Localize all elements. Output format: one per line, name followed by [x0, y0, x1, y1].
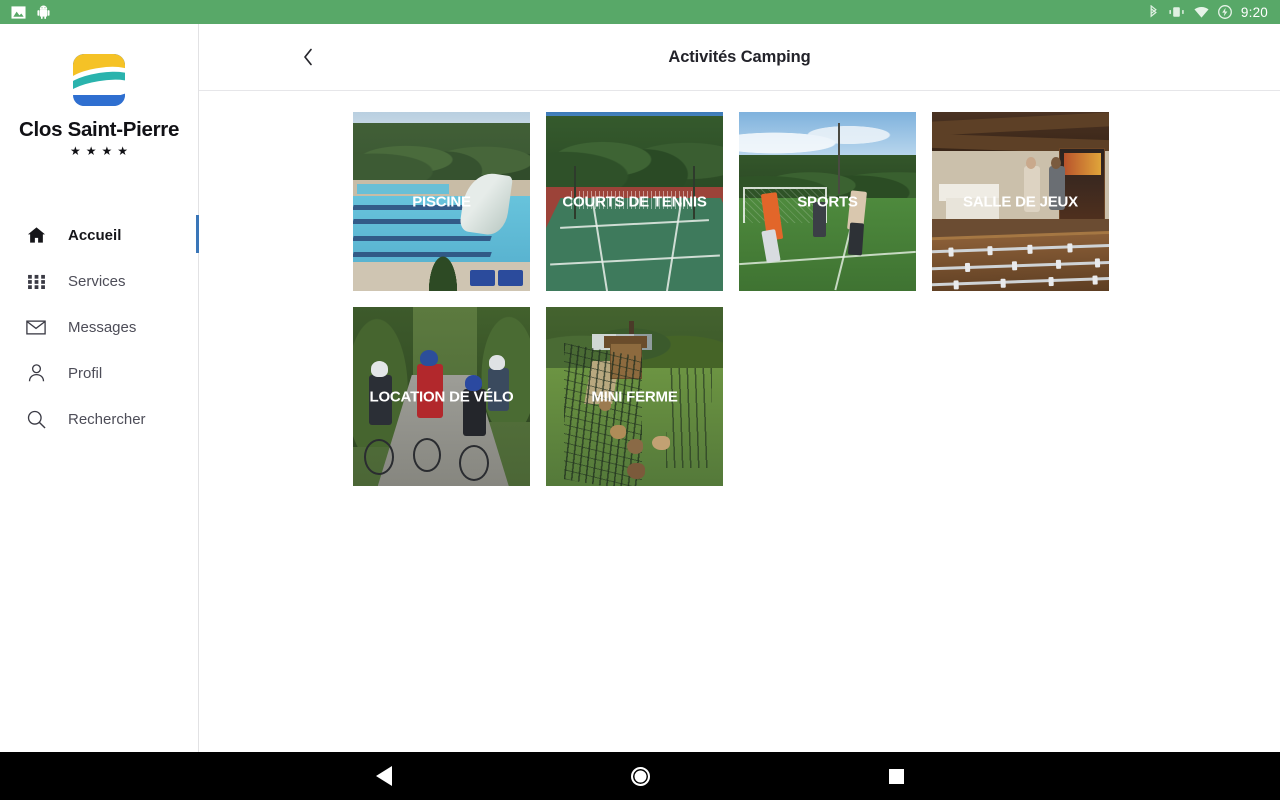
- status-bar-clock: 9:20: [1240, 4, 1268, 20]
- activity-card-mini-ferme[interactable]: MINI FERME: [546, 307, 723, 486]
- sidebar-item-profil[interactable]: Profil: [0, 350, 198, 396]
- status-bar: 9:20: [0, 0, 1280, 24]
- sidebar-nav: Accueil Services Messages Profil Recherc…: [0, 212, 199, 442]
- activities-grid: PISCINE COURTS DE TENNIS SPORTS SALLE DE…: [199, 91, 1149, 486]
- clos-saint-pierre-logo-icon: [73, 54, 125, 106]
- back-button[interactable]: [294, 43, 322, 71]
- star-icon: ★: [85, 144, 97, 158]
- user-icon: [26, 363, 46, 383]
- battery-charging-icon: [1217, 5, 1232, 19]
- activity-card-piscine[interactable]: PISCINE: [353, 112, 530, 291]
- wifi-icon: [1194, 6, 1209, 18]
- activity-card-location-de-velo[interactable]: LOCATION DE VÉLO: [353, 307, 530, 486]
- status-bar-right-icons: 9:20: [1148, 4, 1280, 20]
- star-icon: ★: [117, 144, 129, 158]
- page-title: Activités Camping: [668, 47, 811, 66]
- brand-block: Clos Saint-Pierre ★ ★ ★ ★: [0, 24, 198, 157]
- sidebar-item-label: Messages: [68, 318, 137, 336]
- star-icon: ★: [101, 144, 113, 158]
- status-bar-left-icons: [0, 5, 50, 20]
- activity-card-label: SPORTS: [797, 193, 858, 210]
- activity-card-label: SALLE DE JEUX: [963, 193, 1078, 210]
- vibrate-icon: [1169, 7, 1184, 17]
- activity-card-courts-de-tennis[interactable]: COURTS DE TENNIS: [546, 112, 723, 291]
- star-icon: ★: [69, 144, 81, 158]
- envelope-icon: [26, 317, 46, 337]
- activity-card-label: COURTS DE TENNIS: [562, 193, 707, 210]
- sidebar-item-label: Services: [68, 272, 126, 290]
- photo-icon: [11, 5, 26, 19]
- android-navigation-bar: [0, 752, 1280, 800]
- sidebar-item-label: Accueil: [68, 226, 122, 244]
- grid-icon: [26, 271, 46, 291]
- page-header: Activités Camping: [199, 24, 1280, 91]
- recents-square-icon: [888, 768, 904, 784]
- activity-card-sports[interactable]: SPORTS: [739, 112, 916, 291]
- sidebar-item-services[interactable]: Services: [0, 258, 198, 304]
- android-robot-icon: [37, 5, 50, 19]
- brand-rating-stars: ★ ★ ★ ★: [70, 145, 128, 157]
- screen: 9:20 Clos Saint-Pierre ★ ★ ★ ★ Accueil S…: [0, 0, 1280, 800]
- bluetooth-icon: [1150, 4, 1157, 18]
- android-home-button[interactable]: [576, 752, 704, 800]
- activity-card-salle-de-jeux[interactable]: SALLE DE JEUX: [932, 112, 1109, 291]
- brand-name: Clos Saint-Pierre: [18, 118, 180, 141]
- sidebar: Clos Saint-Pierre ★ ★ ★ ★ Accueil Servic…: [0, 24, 199, 752]
- search-icon: [26, 409, 46, 429]
- sidebar-item-rechercher[interactable]: Rechercher: [0, 396, 198, 442]
- home-circle-icon: [630, 766, 650, 786]
- back-triangle-icon: [376, 766, 392, 786]
- sidebar-item-label: Profil: [68, 364, 103, 382]
- activity-card-label: LOCATION DE VÉLO: [369, 388, 514, 405]
- android-back-button[interactable]: [320, 752, 448, 800]
- chevron-left-icon: [303, 48, 312, 66]
- android-recents-button[interactable]: [832, 752, 960, 800]
- activity-card-label: MINI FERME: [591, 388, 678, 405]
- sidebar-item-label: Rechercher: [68, 410, 146, 428]
- sidebar-item-messages[interactable]: Messages: [0, 304, 198, 350]
- activity-card-label: PISCINE: [412, 193, 471, 210]
- sidebar-item-accueil[interactable]: Accueil: [0, 212, 199, 258]
- home-icon: [26, 225, 46, 245]
- main-content: Activités Camping PISCINE COURTS DE TENN…: [199, 24, 1280, 752]
